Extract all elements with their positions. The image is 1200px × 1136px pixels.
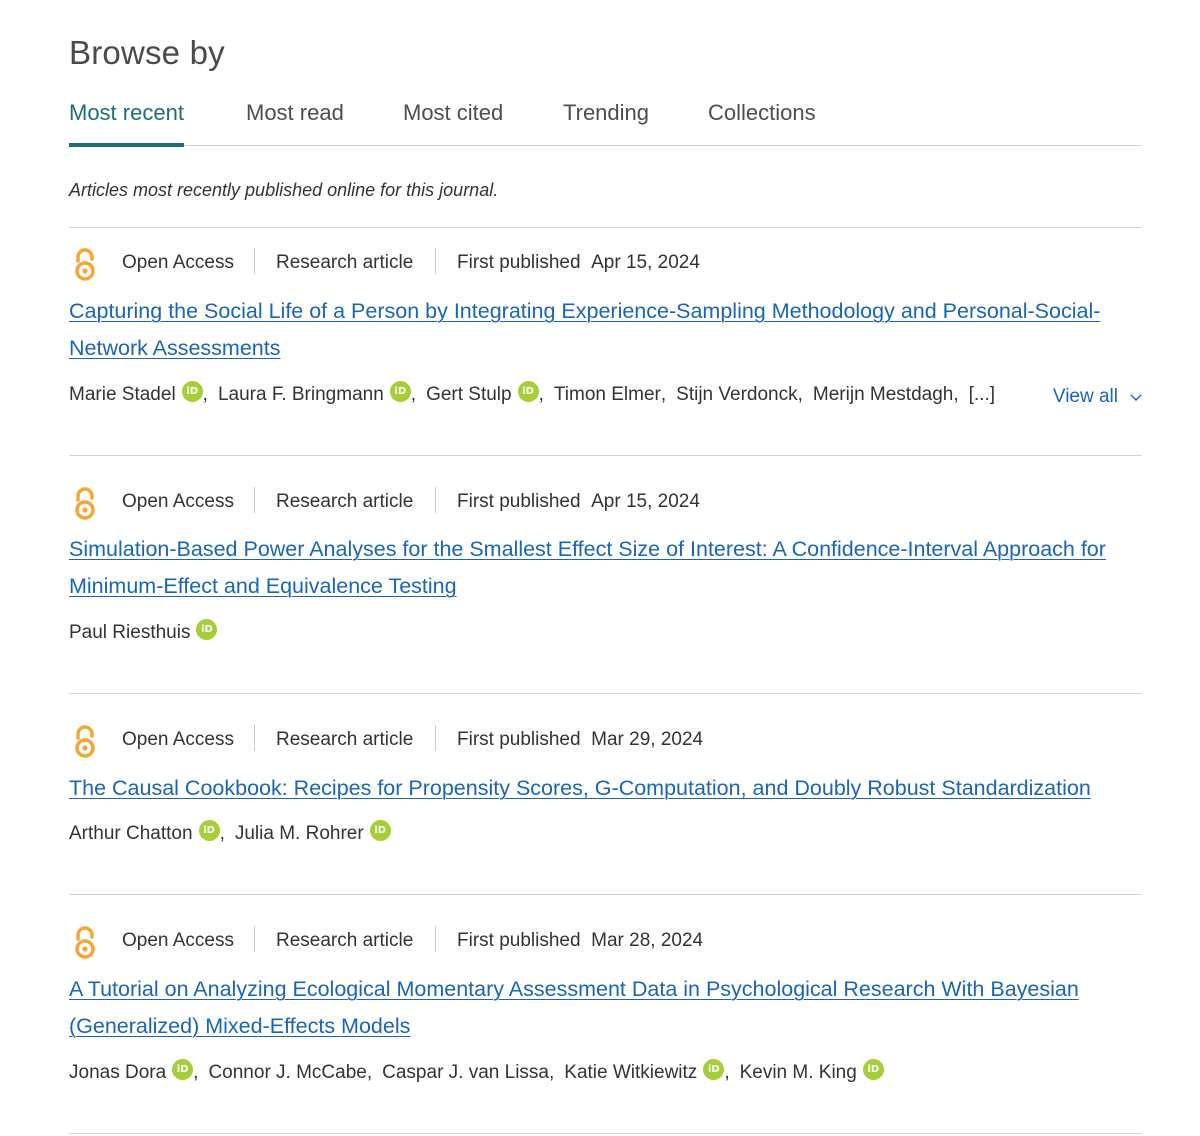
author[interactable]: Caspar J. van Lissa xyxy=(382,1062,549,1084)
divider xyxy=(69,1133,1142,1134)
access-label: Open Access xyxy=(122,491,234,512)
orcid-icon[interactable]: iD xyxy=(196,618,218,640)
author[interactable]: Laura F. Bringmann iD xyxy=(218,380,411,406)
article-item: Open Access Research article First publi… xyxy=(69,924,1142,1083)
orcid-icon[interactable]: iD xyxy=(181,380,203,402)
author[interactable]: Merijn Mestdagh xyxy=(813,384,953,406)
page-subtitle: Articles most recently published online … xyxy=(69,180,499,200)
article-meta: Open Access Research article First publi… xyxy=(69,246,1142,282)
divider xyxy=(69,693,1142,694)
article-meta: Open Access Research article First publi… xyxy=(69,924,1142,960)
meta-separator xyxy=(254,926,255,952)
publish-date: First published Mar 28, 2024 xyxy=(457,930,704,951)
meta-separator xyxy=(254,487,255,513)
article-title-link[interactable]: Capturing the Social Life of a Person by… xyxy=(69,293,1142,367)
author[interactable]: Katie Witkiewitz iD xyxy=(564,1058,725,1084)
author-list: Marie Stadel iD, Laura F. Bringmann iD, Ge… xyxy=(69,380,996,406)
divider xyxy=(69,227,1142,228)
tab-most-read[interactable]: Most read xyxy=(246,100,344,146)
author-list: Jonas Dora iD, Connor J. McCabe, Caspar J… xyxy=(69,1058,884,1084)
article-meta: Open Access Research article First publi… xyxy=(69,723,1142,759)
view-all-authors-button[interactable]: View all xyxy=(1053,386,1142,408)
meta-separator xyxy=(254,725,255,751)
meta-separator xyxy=(254,248,255,274)
open-access-icon xyxy=(75,725,95,758)
publish-date: First published Apr 15, 2024 xyxy=(457,252,700,273)
article-type: Research article xyxy=(276,930,414,951)
author-list: Paul Riesthuis iD xyxy=(69,618,218,644)
author[interactable]: Julia M. Rohrer iD xyxy=(235,819,391,845)
orcid-icon[interactable]: iD xyxy=(389,380,411,402)
author[interactable]: Connor J. McCabe xyxy=(208,1062,366,1084)
author[interactable]: Paul Riesthuis iD xyxy=(69,618,218,644)
publish-date: First published Mar 29, 2024 xyxy=(457,729,704,750)
article-title-link[interactable]: A Tutorial on Analyzing Ecological Momen… xyxy=(69,971,1142,1045)
tab-most-cited[interactable]: Most cited xyxy=(403,100,503,146)
article-meta: Open Access Research article First publi… xyxy=(69,485,1142,521)
access-label: Open Access xyxy=(122,252,234,273)
access-label: Open Access xyxy=(122,930,234,951)
author[interactable]: Jonas Dora iD xyxy=(69,1058,194,1084)
open-access-icon xyxy=(75,487,95,520)
orcid-icon[interactable]: iD xyxy=(862,1058,884,1080)
orcid-icon[interactable]: iD xyxy=(198,819,220,841)
article-item: Open Access Research article First publi… xyxy=(69,246,1142,407)
browse-tabs: Most recent Most read Most cited Trendin… xyxy=(69,100,1142,147)
author[interactable]: Marie Stadel iD xyxy=(69,380,203,406)
author[interactable]: Gert Stulp iD xyxy=(426,380,539,406)
meta-separator xyxy=(435,725,436,751)
open-access-icon xyxy=(75,248,95,281)
publish-date: First published Apr 15, 2024 xyxy=(457,491,700,512)
meta-separator xyxy=(435,926,436,952)
orcid-icon[interactable]: iD xyxy=(517,380,539,402)
author[interactable]: Kevin M. King iD xyxy=(740,1058,884,1084)
article-title-link[interactable]: Simulation-Based Power Analyses for the … xyxy=(69,531,1142,605)
orcid-icon[interactable]: iD xyxy=(172,1058,194,1080)
chevron-down-icon xyxy=(1130,394,1142,402)
page-title: Browse by xyxy=(69,34,225,71)
divider xyxy=(69,894,1142,895)
article-type: Research article xyxy=(276,252,414,273)
meta-separator xyxy=(435,248,436,274)
article-item: Open Access Research article First publi… xyxy=(69,723,1142,844)
orcid-icon[interactable]: iD xyxy=(369,819,391,841)
access-label: Open Access xyxy=(122,729,234,750)
author[interactable]: Arthur Chatton iD xyxy=(69,819,220,845)
article-type: Research article xyxy=(276,729,414,750)
author[interactable]: Timon Elmer xyxy=(554,384,661,406)
article-type: Research article xyxy=(276,491,414,512)
tab-collections[interactable]: Collections xyxy=(708,100,816,146)
author-list: Arthur Chatton iD, Julia M. Rohrer iD xyxy=(69,819,391,845)
author[interactable]: Stijn Verdonck xyxy=(676,384,797,406)
meta-separator xyxy=(435,487,436,513)
orcid-icon[interactable]: iD xyxy=(703,1058,725,1080)
tab-trending[interactable]: Trending xyxy=(563,100,649,146)
open-access-icon xyxy=(75,926,95,959)
more-authors: [...] xyxy=(968,384,996,405)
article-item: Open Access Research article First publi… xyxy=(69,485,1142,643)
tab-most-recent[interactable]: Most recent xyxy=(69,100,184,147)
article-title-link[interactable]: The Causal Cookbook: Recipes for Propens… xyxy=(69,770,1142,807)
divider xyxy=(69,455,1142,456)
